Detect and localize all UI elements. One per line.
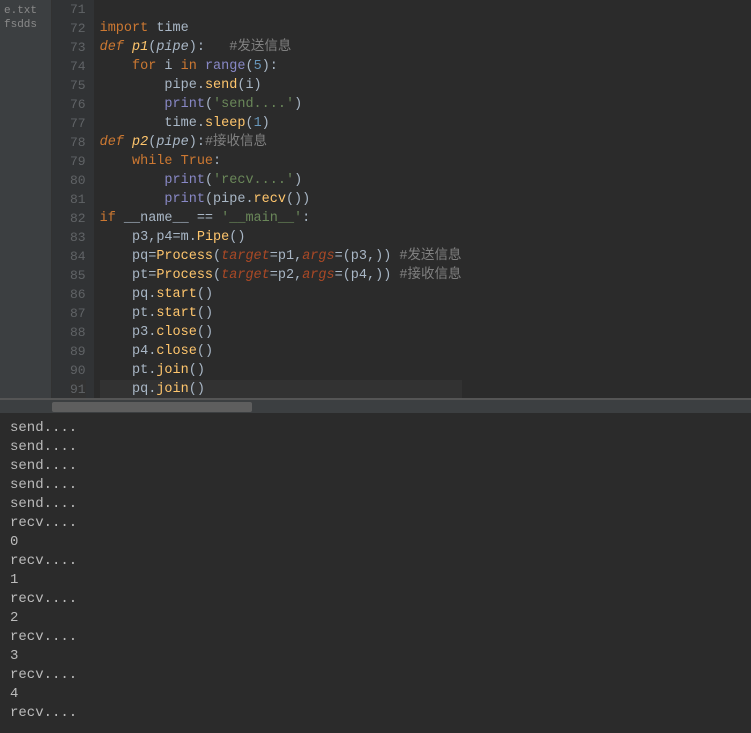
- code-line[interactable]: pipe.send(i): [100, 76, 462, 95]
- file-item[interactable]: fsdds: [4, 18, 47, 32]
- editor-area: e.txt fsdds 7172737475767778798081828384…: [0, 0, 751, 399]
- code-line[interactable]: pt.join(): [100, 361, 462, 380]
- code-line[interactable]: def p1(pipe): #发送信息: [100, 38, 462, 57]
- line-number: 73: [70, 38, 86, 57]
- code-line[interactable]: pq.start(): [100, 285, 462, 304]
- line-number: 75: [70, 76, 86, 95]
- line-number: 77: [70, 114, 86, 133]
- code-editor[interactable]: 7172737475767778798081828384858687888990…: [52, 0, 751, 398]
- code-line[interactable]: p3,p4=m.Pipe(): [100, 228, 462, 247]
- code-content[interactable]: import timedef p1(pipe): #发送信息 for i in …: [94, 0, 462, 398]
- code-line[interactable]: pt=Process(target=p2,args=(p4,)) #接收信息: [100, 266, 462, 285]
- code-line[interactable]: print(pipe.recv()): [100, 190, 462, 209]
- line-number: 74: [70, 57, 86, 76]
- line-number: 85: [70, 266, 86, 285]
- horizontal-scrollbar[interactable]: [0, 399, 751, 413]
- line-number: 86: [70, 285, 86, 304]
- code-line[interactable]: p4.close(): [100, 342, 462, 361]
- line-number: 81: [70, 190, 86, 209]
- line-number: 90: [70, 361, 86, 380]
- code-line[interactable]: time.sleep(1): [100, 114, 462, 133]
- line-number: 78: [70, 133, 86, 152]
- code-line[interactable]: import time: [100, 19, 462, 38]
- code-line[interactable]: pq=Process(target=p1,args=(p3,)) #发送信息: [100, 247, 462, 266]
- code-line[interactable]: pt.start(): [100, 304, 462, 323]
- line-number: 88: [70, 323, 86, 342]
- line-number: 82: [70, 209, 86, 228]
- code-line[interactable]: while True:: [100, 152, 462, 171]
- line-number: 83: [70, 228, 86, 247]
- line-number: 79: [70, 152, 86, 171]
- scrollbar-thumb[interactable]: [52, 402, 252, 412]
- line-number: 71: [70, 0, 86, 19]
- terminal-output[interactable]: send.... send.... send.... send.... send…: [0, 413, 751, 733]
- line-number: 91: [70, 380, 86, 398]
- code-line[interactable]: def p2(pipe):#接收信息: [100, 133, 462, 152]
- code-line[interactable]: if __name__ == '__main__':: [100, 209, 462, 228]
- file-item[interactable]: e.txt: [4, 4, 47, 18]
- line-number: 84: [70, 247, 86, 266]
- code-line[interactable]: [100, 0, 462, 19]
- line-number: 72: [70, 19, 86, 38]
- code-line[interactable]: print('recv....'): [100, 171, 462, 190]
- line-gutter: 7172737475767778798081828384858687888990…: [52, 0, 94, 398]
- code-line[interactable]: pq.join(): [100, 380, 462, 398]
- code-line[interactable]: p3.close(): [100, 323, 462, 342]
- file-sidebar[interactable]: e.txt fsdds: [0, 0, 52, 398]
- line-number: 76: [70, 95, 86, 114]
- line-number: 87: [70, 304, 86, 323]
- code-line[interactable]: print('send....'): [100, 95, 462, 114]
- line-number: 80: [70, 171, 86, 190]
- line-number: 89: [70, 342, 86, 361]
- code-line[interactable]: for i in range(5):: [100, 57, 462, 76]
